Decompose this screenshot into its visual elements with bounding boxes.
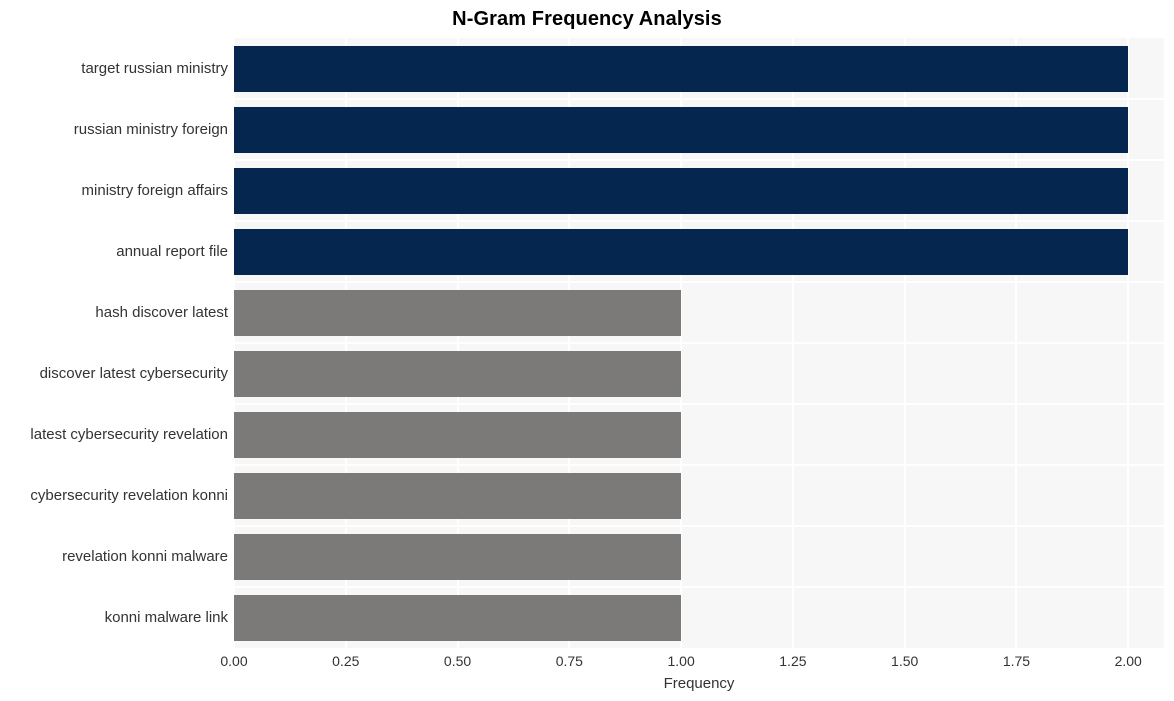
y-tick-label: konni malware link <box>104 608 228 626</box>
bar[interactable] <box>234 411 682 458</box>
x-tick-label: 2.00 <box>1114 653 1142 669</box>
gridline-horizontal <box>234 403 1164 405</box>
x-tick-label: 1.25 <box>779 653 807 669</box>
x-tick-label: 1.50 <box>891 653 919 669</box>
chart-title: N-Gram Frequency Analysis <box>452 8 722 30</box>
x-axis-labels: 0.00 0.25 0.50 0.75 1.00 1.25 1.50 1.75 2.00 <box>220 652 1164 674</box>
y-tick-label: target russian ministry <box>81 59 228 77</box>
bar[interactable] <box>234 45 1129 92</box>
plot-area <box>234 38 1164 648</box>
x-tick-label: 0.75 <box>555 653 583 669</box>
bar[interactable] <box>234 106 1129 153</box>
gridline-horizontal <box>234 98 1164 100</box>
bar[interactable] <box>234 533 682 580</box>
y-tick-label: discover latest cybersecurity <box>39 364 228 382</box>
gridline-horizontal <box>234 525 1164 527</box>
gridline-horizontal <box>234 464 1164 466</box>
x-tick-label: 0.00 <box>220 653 248 669</box>
y-tick-label: latest cybersecurity revelation <box>30 425 228 443</box>
bar[interactable] <box>234 594 682 641</box>
y-tick-label: hash discover latest <box>95 303 228 321</box>
y-tick-label: russian ministry foreign <box>73 120 228 138</box>
x-axis-title: Frequency <box>663 675 735 692</box>
gridline-horizontal <box>234 281 1164 283</box>
x-tick-label: 0.25 <box>332 653 360 669</box>
gridline-horizontal <box>234 342 1164 344</box>
x-tick-label: 0.50 <box>443 653 472 669</box>
y-tick-label: annual report file <box>116 242 228 260</box>
y-axis-labels: target russian ministry russian ministry … <box>0 38 228 648</box>
x-tick-label: 1.00 <box>667 653 695 669</box>
x-tick-label: 1.75 <box>1002 653 1031 669</box>
y-tick-label: revelation konni malware <box>62 547 228 565</box>
chart-figure: N-Gram Frequency Analysis target russian… <box>0 0 1174 701</box>
gridline-horizontal <box>234 220 1164 222</box>
y-tick-label: ministry foreign affairs <box>81 181 228 199</box>
gridline-horizontal <box>234 159 1164 161</box>
gridline-horizontal <box>234 586 1164 588</box>
bar[interactable] <box>234 472 682 519</box>
bar[interactable] <box>234 228 1129 275</box>
y-tick-label: cybersecurity revelation konni <box>30 486 228 504</box>
bar[interactable] <box>234 350 682 397</box>
bar[interactable] <box>234 167 1129 214</box>
bar[interactable] <box>234 289 682 336</box>
